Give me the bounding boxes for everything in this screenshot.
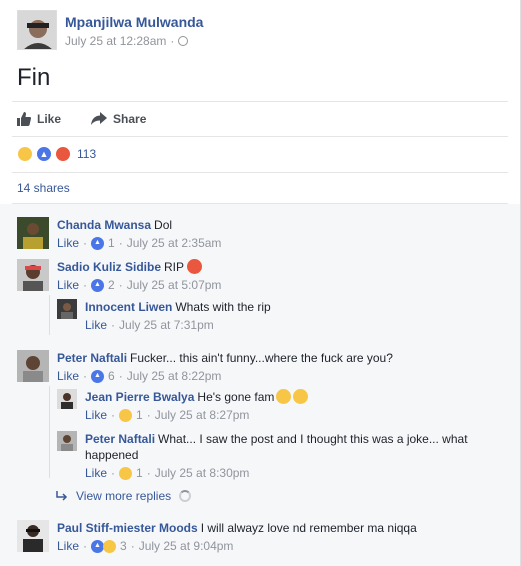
comment-like-button[interactable]: Like (57, 368, 79, 384)
comment: Paul Stiff-miester Moods I will alwayz lo… (17, 520, 417, 554)
comment-like-button[interactable]: Like (57, 235, 79, 251)
sad-reaction-icon (103, 539, 117, 553)
like-label: Like (37, 112, 62, 126)
comment-like-count[interactable]: 1 (108, 235, 115, 251)
reply-thread-line (49, 295, 50, 335)
comments-section: Chanda Mwansa Dol Like · ▲ 1 · July 25 at… (0, 204, 520, 566)
meta-separator: · (111, 318, 116, 332)
view-more-replies[interactable]: View more replies (56, 489, 192, 503)
angry-face-icon (187, 259, 203, 274)
meta-separator: · (118, 369, 123, 383)
comment-text: He's gone fam (197, 390, 275, 404)
commenter-name[interactable]: Jean Pierre Bwalya (85, 390, 194, 404)
meta-separator: · (111, 466, 116, 480)
post-header: Mpanjilwa Mulwanda July 25 at 12:28am · (17, 10, 203, 54)
comment-like-count[interactable]: 1 (136, 407, 143, 423)
meta-separator: · (111, 408, 116, 422)
comment-text: Fucker... this ain't funny...where the f… (130, 351, 393, 365)
meta-separator: · (118, 278, 123, 292)
commenter-avatar[interactable] (17, 350, 49, 382)
meta-separator: · (146, 408, 151, 422)
comment-like-button[interactable]: Like (85, 407, 107, 423)
comment: Sadio Kuliz Sidibe RIP Like · ▲ 2 · July … (17, 259, 221, 293)
share-button[interactable]: Share (91, 112, 146, 126)
commenter-name[interactable]: Innocent Liwen (85, 300, 172, 314)
like-reaction-icon: ▲ (36, 146, 52, 162)
comment: Peter Naftali Fucker... this ain't funny.… (17, 350, 393, 384)
commenter-name[interactable]: Sadio Kuliz Sidibe (57, 260, 161, 274)
commenter-avatar[interactable] (57, 299, 77, 319)
comment-time[interactable]: July 25 at 2:35am (127, 235, 222, 251)
meta-separator: · (146, 466, 151, 480)
reply-thread-line (49, 386, 50, 478)
meta-separator: · (83, 369, 88, 383)
comment-like-button[interactable]: Like (57, 538, 79, 554)
reaction-summary[interactable]: ▲ 113 (17, 146, 96, 162)
meta-separator: · (83, 539, 88, 553)
comment-like-button[interactable]: Like (85, 317, 107, 333)
commenter-avatar[interactable] (17, 259, 49, 291)
post-card: Mpanjilwa Mulwanda July 25 at 12:28am · … (0, 0, 521, 566)
commenter-name[interactable]: Peter Naftali (85, 432, 155, 446)
sad-reaction-icon (119, 408, 133, 422)
comment-time[interactable]: July 25 at 8:30pm (155, 465, 250, 481)
angry-reaction-icon (55, 146, 71, 162)
like-reaction-icon: ▲ (91, 278, 105, 292)
meta-separator: · (83, 278, 88, 292)
comment-time[interactable]: July 25 at 9:04pm (139, 538, 234, 554)
meta-separator: · (170, 34, 175, 48)
post-time[interactable]: July 25 at 12:28am (65, 33, 166, 49)
comment-text: I will alwayz love nd remember ma niqqa (200, 521, 417, 535)
loading-spinner-icon (179, 490, 192, 502)
post-text: Fin (17, 64, 51, 91)
shares-row: 14 shares (12, 172, 508, 204)
commenter-avatar[interactable] (17, 520, 49, 552)
like-button[interactable]: Like (17, 112, 61, 126)
sad-reaction-icon (119, 466, 133, 480)
comment-time[interactable]: July 25 at 8:22pm (127, 368, 222, 384)
author-avatar[interactable] (17, 10, 57, 50)
shares-count[interactable]: 14 shares (17, 181, 70, 195)
like-reaction-icon: ▲ (91, 236, 105, 250)
share-label: Share (113, 112, 147, 126)
commenter-name[interactable]: Paul Stiff-miester Moods (57, 521, 198, 535)
sad-reaction-icon (17, 146, 33, 162)
reply: Peter Naftali What... I saw the post and … (57, 431, 477, 481)
comment-like-count[interactable]: 3 (120, 538, 127, 554)
comment: Chanda Mwansa Dol Like · ▲ 1 · July 25 at… (17, 217, 221, 251)
reply-arrow-icon (56, 491, 68, 501)
commenter-name[interactable]: Peter Naftali (57, 351, 127, 365)
comment-time[interactable]: July 25 at 7:31pm (119, 317, 214, 333)
post-actions: Like Share (12, 101, 508, 137)
crying-face-icon (293, 389, 309, 404)
comment-like-button[interactable]: Like (57, 277, 79, 293)
globe-icon[interactable] (178, 36, 189, 46)
view-more-replies-label: View more replies (76, 489, 172, 503)
meta-separator: · (130, 539, 135, 553)
meta-separator: · (83, 236, 88, 250)
commenter-avatar[interactable] (17, 217, 49, 249)
crying-face-icon (276, 389, 292, 404)
comment-like-count[interactable]: 6 (108, 368, 115, 384)
post-meta: July 25 at 12:28am · (65, 33, 203, 49)
reply: Jean Pierre Bwalya He's gone fam Like · 1… (57, 389, 309, 423)
commenter-name[interactable]: Chanda Mwansa (57, 218, 151, 232)
comment-text: RIP (164, 260, 185, 274)
comment-text: Whats with the rip (175, 300, 271, 314)
commenter-avatar[interactable] (57, 389, 77, 409)
share-arrow-icon (91, 112, 108, 125)
comment-time[interactable]: July 25 at 5:07pm (127, 277, 222, 293)
thumbs-up-icon (17, 112, 31, 126)
comment-text: Dol (154, 218, 173, 232)
reaction-count[interactable]: 113 (77, 147, 96, 161)
commenter-avatar[interactable] (57, 431, 77, 451)
comment-like-count[interactable]: 2 (108, 277, 115, 293)
meta-separator: · (118, 236, 123, 250)
like-reaction-icon: ▲ (91, 369, 105, 383)
comment-like-button[interactable]: Like (85, 465, 107, 481)
comment-like-count[interactable]: 1 (136, 465, 143, 481)
reply: Innocent Liwen Whats with the rip Like · … (57, 299, 271, 333)
comment-time[interactable]: July 25 at 8:27pm (155, 407, 250, 423)
author-name[interactable]: Mpanjilwa Mulwanda (65, 13, 203, 31)
